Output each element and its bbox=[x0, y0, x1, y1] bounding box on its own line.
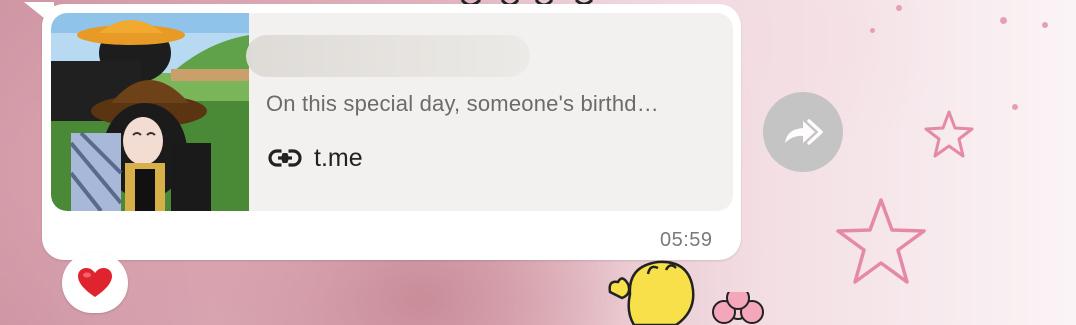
link-icon bbox=[268, 148, 302, 168]
thumbnail-image bbox=[51, 13, 249, 211]
wallpaper-dot bbox=[1012, 104, 1018, 110]
share-forward-icon bbox=[785, 119, 823, 145]
wallpaper-flower-icon bbox=[712, 292, 764, 324]
wallpaper-dot bbox=[870, 28, 875, 33]
link-preview-card[interactable]: On this special day, someone's birthd… t… bbox=[51, 13, 733, 211]
wallpaper-dot bbox=[1042, 22, 1048, 28]
message-time: 05:59 bbox=[660, 229, 713, 251]
wallpaper-star-icon bbox=[924, 110, 974, 158]
preview-domain: t.me bbox=[314, 143, 363, 172]
avatar-thumbnail[interactable] bbox=[51, 13, 249, 211]
wallpaper-dot bbox=[896, 5, 902, 11]
wallpaper-dot bbox=[1000, 17, 1007, 24]
preview-link[interactable]: t.me bbox=[268, 143, 363, 173]
wallpaper-bird-icon bbox=[608, 260, 695, 325]
share-button[interactable] bbox=[763, 92, 843, 172]
reaction-badge[interactable] bbox=[62, 253, 128, 313]
preview-description: On this special day, someone's birthd… bbox=[266, 91, 659, 116]
preview-title-blurred bbox=[246, 35, 530, 77]
wallpaper-star-icon bbox=[836, 198, 926, 284]
heart-icon bbox=[78, 268, 112, 297]
